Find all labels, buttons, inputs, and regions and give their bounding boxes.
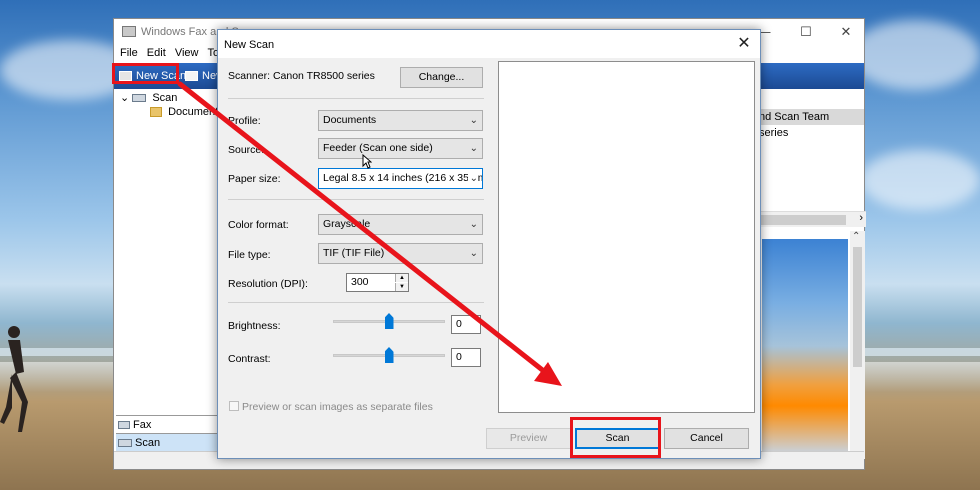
cloud <box>860 150 980 210</box>
brightness-value[interactable]: 0 <box>451 315 481 334</box>
close-dialog-button[interactable]: ✕ <box>734 34 754 54</box>
scanner-icon <box>132 94 147 103</box>
scanned-image-preview <box>762 239 848 453</box>
tree-item-documents[interactable]: Documents <box>150 106 224 118</box>
annotation-highlight-new-scan <box>112 63 179 84</box>
file-type-label: File type: <box>228 249 271 261</box>
folder-icon <box>150 107 162 118</box>
menu-edit[interactable]: Edit <box>147 47 166 59</box>
fax-icon <box>118 421 130 430</box>
nav-scan[interactable]: Scan <box>116 433 218 451</box>
scroll-right-icon[interactable]: › <box>859 212 863 224</box>
divider <box>228 199 484 200</box>
spin-up-icon[interactable]: ▲ <box>395 274 408 282</box>
dialog-title-bar: New Scan ✕ <box>218 30 760 58</box>
scrollbar-thumb[interactable] <box>853 247 862 367</box>
scan-preview-pane <box>498 61 755 413</box>
nav-fax-label: Fax <box>133 419 152 431</box>
folder-tree: ⌄ Scan Documents <box>114 89 224 419</box>
slider-thumb[interactable] <box>384 347 394 363</box>
brightness-slider[interactable] <box>333 313 445 329</box>
close-window-button[interactable]: ✕ <box>826 19 866 45</box>
paper-size-value: Legal 8.5 x 14 inches (216 x 356 mm) <box>323 172 483 184</box>
document-icon <box>185 71 198 81</box>
separate-files-checkbox[interactable]: Preview or scan images as separate files <box>229 401 433 413</box>
source-select[interactable]: Feeder (Scan one side) ⌄ <box>318 138 483 159</box>
chevron-down-icon: ⌄ <box>469 115 478 126</box>
scanner-icon <box>118 439 132 448</box>
color-format-select[interactable]: Grayscale ⌄ <box>318 214 483 235</box>
chevron-down-icon: ⌄ <box>469 248 478 259</box>
profile-label: Profile: <box>228 115 261 127</box>
list-item-text: series <box>759 127 789 139</box>
mouse-cursor-icon <box>362 154 372 169</box>
nav-scan-label: Scan <box>135 437 161 449</box>
contrast-label: Contrast: <box>228 353 271 365</box>
menu-view[interactable]: View <box>175 47 199 59</box>
scroll-up-icon[interactable]: ⌃ <box>852 231 860 242</box>
tree-item-scan-label: Scan <box>152 92 178 104</box>
chevron-down-icon: ⌄ <box>469 219 478 230</box>
chevron-down-icon: ⌄ <box>120 92 130 104</box>
profile-value: Documents <box>323 114 377 126</box>
checkbox-box[interactable] <box>229 401 239 411</box>
divider <box>228 302 484 303</box>
dialog-title: New Scan <box>224 39 275 51</box>
resolution-value: 300 <box>351 276 369 288</box>
runner-silhouette <box>0 326 28 432</box>
list-item-selected[interactable]: nd Scan Team <box>754 109 864 125</box>
contrast-slider[interactable] <box>333 347 445 363</box>
paper-size-select[interactable]: Legal 8.5 x 14 inches (216 x 356 mm) ⌄ <box>318 168 483 189</box>
source-label: Source: <box>228 144 265 156</box>
contrast-value[interactable]: 0 <box>451 348 481 367</box>
cancel-button[interactable]: Cancel <box>664 428 749 449</box>
maximize-button[interactable]: ☐ <box>786 19 826 45</box>
source-value: Feeder (Scan one side) <box>323 142 433 154</box>
annotation-highlight-scan-button <box>570 417 661 458</box>
menu-file[interactable]: File <box>120 47 138 59</box>
color-format-value: Grayscale <box>323 218 371 230</box>
color-format-label: Color format: <box>228 219 289 231</box>
scanner-label: Scanner: Canon TR8500 series <box>228 70 375 82</box>
tree-item-scan[interactable]: ⌄ Scan <box>120 91 177 104</box>
tree-item-documents-label: Documents <box>168 106 224 118</box>
spin-down-icon[interactable]: ▼ <box>395 283 408 291</box>
nav-fax[interactable]: Fax <box>116 415 218 433</box>
paper-size-label: Paper size: <box>228 173 281 185</box>
vertical-scrollbar[interactable]: ⌃ ⌄ <box>850 231 865 459</box>
slider-thumb[interactable] <box>384 313 394 329</box>
separate-files-label: Preview or scan images as separate files <box>242 401 433 413</box>
resolution-label: Resolution (DPI): <box>228 278 308 290</box>
file-type-value: TIF (TIF File) <box>323 247 385 259</box>
new-scan-dialog: New Scan ✕ Scanner: Canon TR8500 series … <box>217 29 761 459</box>
scrollbar-thumb[interactable] <box>758 215 846 225</box>
fax-app-icon <box>122 26 136 37</box>
profile-select[interactable]: Documents ⌄ <box>318 110 483 131</box>
file-type-select[interactable]: TIF (TIF File) ⌄ <box>318 243 483 264</box>
change-scanner-button[interactable]: Change... <box>400 67 483 88</box>
chevron-down-icon: ⌄ <box>469 143 478 154</box>
resolution-spinner[interactable]: 300 ▲ ▼ <box>346 273 409 292</box>
divider <box>228 98 484 99</box>
new-document-button[interactable]: Nev <box>182 67 222 85</box>
cloud <box>850 20 980 90</box>
horizontal-scrollbar[interactable]: › <box>754 211 866 227</box>
brightness-label: Brightness: <box>228 320 281 332</box>
preview-button[interactable]: Preview <box>486 428 571 449</box>
chevron-down-icon: ⌄ <box>467 169 478 188</box>
